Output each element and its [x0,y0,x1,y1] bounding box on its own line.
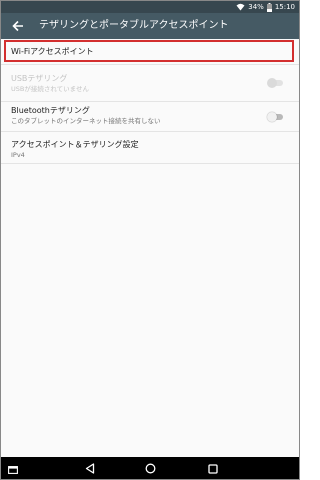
battery-icon [266,2,272,12]
hotspot-settings-item[interactable]: アクセスポイント＆テザリング設定 IPv4 [1,132,299,164]
battery-percent: 34% [248,3,264,11]
arrow-back-icon [12,17,24,36]
page-title: テザリングとポータブルアクセスポイント [39,20,229,31]
keyboard-switch-button[interactable] [7,462,19,474]
app-bar: テザリングとポータブルアクセスポイント [1,13,299,39]
square-recents-icon [208,459,218,478]
hotspot-settings-summary: IPv4 [11,151,25,159]
nav-home-button[interactable] [144,462,156,474]
bluetooth-tethering-title: Bluetoothテザリング [11,106,90,115]
bluetooth-tethering-summary: このタブレットのインターネット接続を共有しない [11,117,161,125]
screen-frame: 34% 15:10 テザリングとポータブルアクセスポイント Wi-Fiアクセスポ… [0,0,300,480]
switch-thumb [267,78,277,88]
status-icons: 34% 15:10 [236,2,295,12]
back-button[interactable] [9,17,27,35]
settings-list: Wi-Fiアクセスポイント USBテザリング USBが接続されていません Blu… [1,39,299,164]
nav-recents-button[interactable] [207,462,219,474]
usb-tethering-switch [267,78,285,88]
circle-home-icon [145,459,156,478]
clock: 15:10 [274,3,295,11]
usb-tethering-item: USBテザリング USBが接続されていません [1,65,299,102]
usb-tethering-texts: USBテザリング USBが接続されていません [11,74,89,94]
keyboard-icon [8,459,18,478]
triangle-back-icon [85,459,95,478]
highlight-box [4,40,294,62]
navigation-bar [1,457,299,479]
usb-tethering-title: USBテザリング [11,74,68,83]
bluetooth-tethering-item[interactable]: Bluetoothテザリング このタブレットのインターネット接続を共有しない [1,102,299,132]
wifi-signal-icon [236,3,245,11]
wifi-hotspot-item[interactable]: Wi-Fiアクセスポイント [1,39,299,65]
hotspot-settings-title: アクセスポイント＆テザリング設定 [11,140,139,149]
bluetooth-tethering-switch[interactable] [267,112,285,122]
nav-back-button[interactable] [84,462,96,474]
usb-tethering-summary: USBが接続されていません [11,85,89,93]
bluetooth-tethering-texts: Bluetoothテザリング このタブレットのインターネット接続を共有しない [11,106,161,126]
hotspot-settings-texts: アクセスポイント＆テザリング設定 IPv4 [11,140,139,160]
switch-thumb [267,112,277,122]
status-bar: 34% 15:10 [1,1,299,13]
